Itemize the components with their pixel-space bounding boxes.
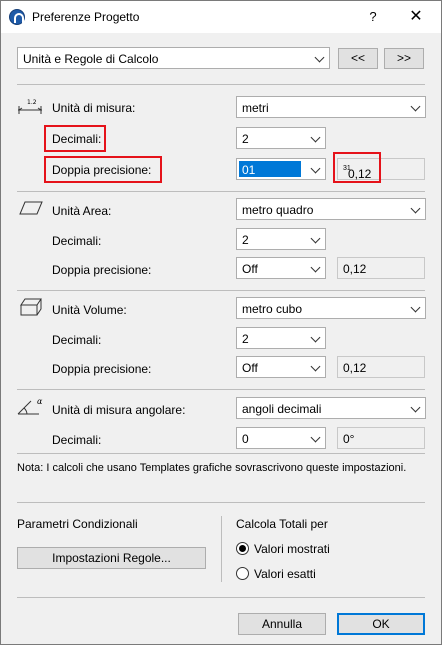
chevron-down-icon xyxy=(410,203,421,214)
angle-unit-dropdown[interactable]: angoli decimali xyxy=(236,397,426,419)
length-unit-dropdown[interactable]: metri xyxy=(236,96,426,118)
chevron-down-icon xyxy=(410,402,421,413)
area-precision-preview: 0,12 xyxy=(337,257,425,279)
divider xyxy=(17,389,425,390)
previous-page-button[interactable]: << xyxy=(338,48,378,69)
area-precision-label: Doppia precisione: xyxy=(52,263,152,277)
archicad-app-icon xyxy=(9,9,25,25)
area-preview-value: 0,12 xyxy=(343,262,367,276)
radio-shown-values-label[interactable]: Valori mostrati xyxy=(254,542,330,556)
svg-text:α: α xyxy=(37,397,43,406)
angle-decimals-dropdown[interactable]: 0 xyxy=(236,427,326,449)
category-dropdown[interactable]: Unità e Regole di Calcolo xyxy=(17,47,330,69)
preferences-dialog: Preferenze Progetto ? ✕ Unità e Regole d… xyxy=(0,0,442,645)
radio-exact-values-label[interactable]: Valori esatti xyxy=(254,567,316,581)
window-title: Preferenze Progetto xyxy=(32,10,140,24)
category-value: Unità e Regole di Calcolo xyxy=(23,52,159,66)
length-decimals-dropdown[interactable]: 2 xyxy=(236,127,326,149)
conditional-params-title: Parametri Condizionali xyxy=(17,517,138,531)
length-unit-value: metri xyxy=(242,101,269,115)
area-decimals-dropdown[interactable]: 2 xyxy=(236,228,326,250)
chevron-down-icon xyxy=(310,332,321,343)
ok-button[interactable]: OK xyxy=(337,613,425,635)
angle-decimals-value: 0 xyxy=(242,432,249,446)
divider xyxy=(17,84,425,85)
radio-shown-values[interactable] xyxy=(236,542,249,555)
cancel-button[interactable]: Annulla xyxy=(238,613,326,635)
volume-precision-value: Off xyxy=(242,361,258,375)
length-decimals-value: 2 xyxy=(242,132,249,146)
area-unit-value: metro quadro xyxy=(242,203,314,217)
angle-unit-label: Unità di misura angolare: xyxy=(52,403,186,417)
angle-unit-icon: α xyxy=(17,397,43,415)
volume-decimals-label: Decimali: xyxy=(52,333,102,347)
volume-precision-preview: 0,12 xyxy=(337,356,425,378)
volume-unit-icon xyxy=(20,298,42,316)
totals-title: Calcola Totali per xyxy=(236,517,328,531)
vertical-divider xyxy=(221,516,222,582)
area-decimals-label: Decimali: xyxy=(52,234,102,248)
highlight-box xyxy=(333,152,381,183)
length-precision-dropdown[interactable]: 01 xyxy=(236,158,326,180)
volume-decimals-value: 2 xyxy=(242,332,249,346)
radio-exact-values[interactable] xyxy=(236,567,249,580)
help-button[interactable]: ? xyxy=(358,5,388,29)
chevron-down-icon xyxy=(310,361,321,372)
chevron-down-icon xyxy=(310,132,321,143)
chevron-down-icon xyxy=(310,432,321,443)
chevron-down-icon xyxy=(310,262,321,273)
chevron-down-icon xyxy=(410,302,421,313)
volume-unit-dropdown[interactable]: metro cubo xyxy=(236,297,426,319)
close-button[interactable]: ✕ xyxy=(401,5,431,29)
length-unit-label: Unità di misura: xyxy=(52,101,136,115)
angle-decimals-label: Decimali: xyxy=(52,433,102,447)
area-unit-dropdown[interactable]: metro quadro xyxy=(236,198,426,220)
highlight-box xyxy=(44,125,106,152)
angle-unit-value: angoli decimali xyxy=(242,402,322,416)
note-text: Nota: I calcoli che usano Templates graf… xyxy=(17,462,407,474)
volume-precision-label: Doppia precisione: xyxy=(52,362,152,376)
divider xyxy=(17,290,425,291)
next-page-button[interactable]: >> xyxy=(384,48,424,69)
volume-unit-label: Unità Volume: xyxy=(52,303,127,317)
rule-settings-button[interactable]: Impostazioni Regole... xyxy=(17,547,206,569)
length-unit-icon: 1.2 xyxy=(18,99,42,114)
divider xyxy=(17,191,425,192)
area-precision-dropdown[interactable]: Off xyxy=(236,257,326,279)
angle-preview-value: 0° xyxy=(343,432,355,446)
chevron-down-icon xyxy=(410,101,421,112)
title-bar: Preferenze Progetto ? ✕ xyxy=(1,1,441,33)
volume-decimals-dropdown[interactable]: 2 xyxy=(236,327,326,349)
angle-decimals-preview: 0° xyxy=(337,427,425,449)
volume-unit-value: metro cubo xyxy=(242,302,303,316)
length-precision-value: 01 xyxy=(239,161,301,177)
area-unit-icon xyxy=(19,201,43,215)
area-precision-value: Off xyxy=(242,262,258,276)
divider xyxy=(17,597,425,598)
chevron-down-icon xyxy=(314,52,325,63)
divider xyxy=(17,453,425,454)
volume-precision-dropdown[interactable]: Off xyxy=(236,356,326,378)
highlight-box xyxy=(44,156,162,183)
chevron-down-icon xyxy=(310,233,321,244)
area-unit-label: Unità Area: xyxy=(52,204,112,218)
divider xyxy=(17,502,425,503)
svg-text:1.2: 1.2 xyxy=(27,99,37,106)
chevron-down-icon xyxy=(310,163,321,174)
volume-preview-value: 0,12 xyxy=(343,361,367,375)
area-decimals-value: 2 xyxy=(242,233,249,247)
